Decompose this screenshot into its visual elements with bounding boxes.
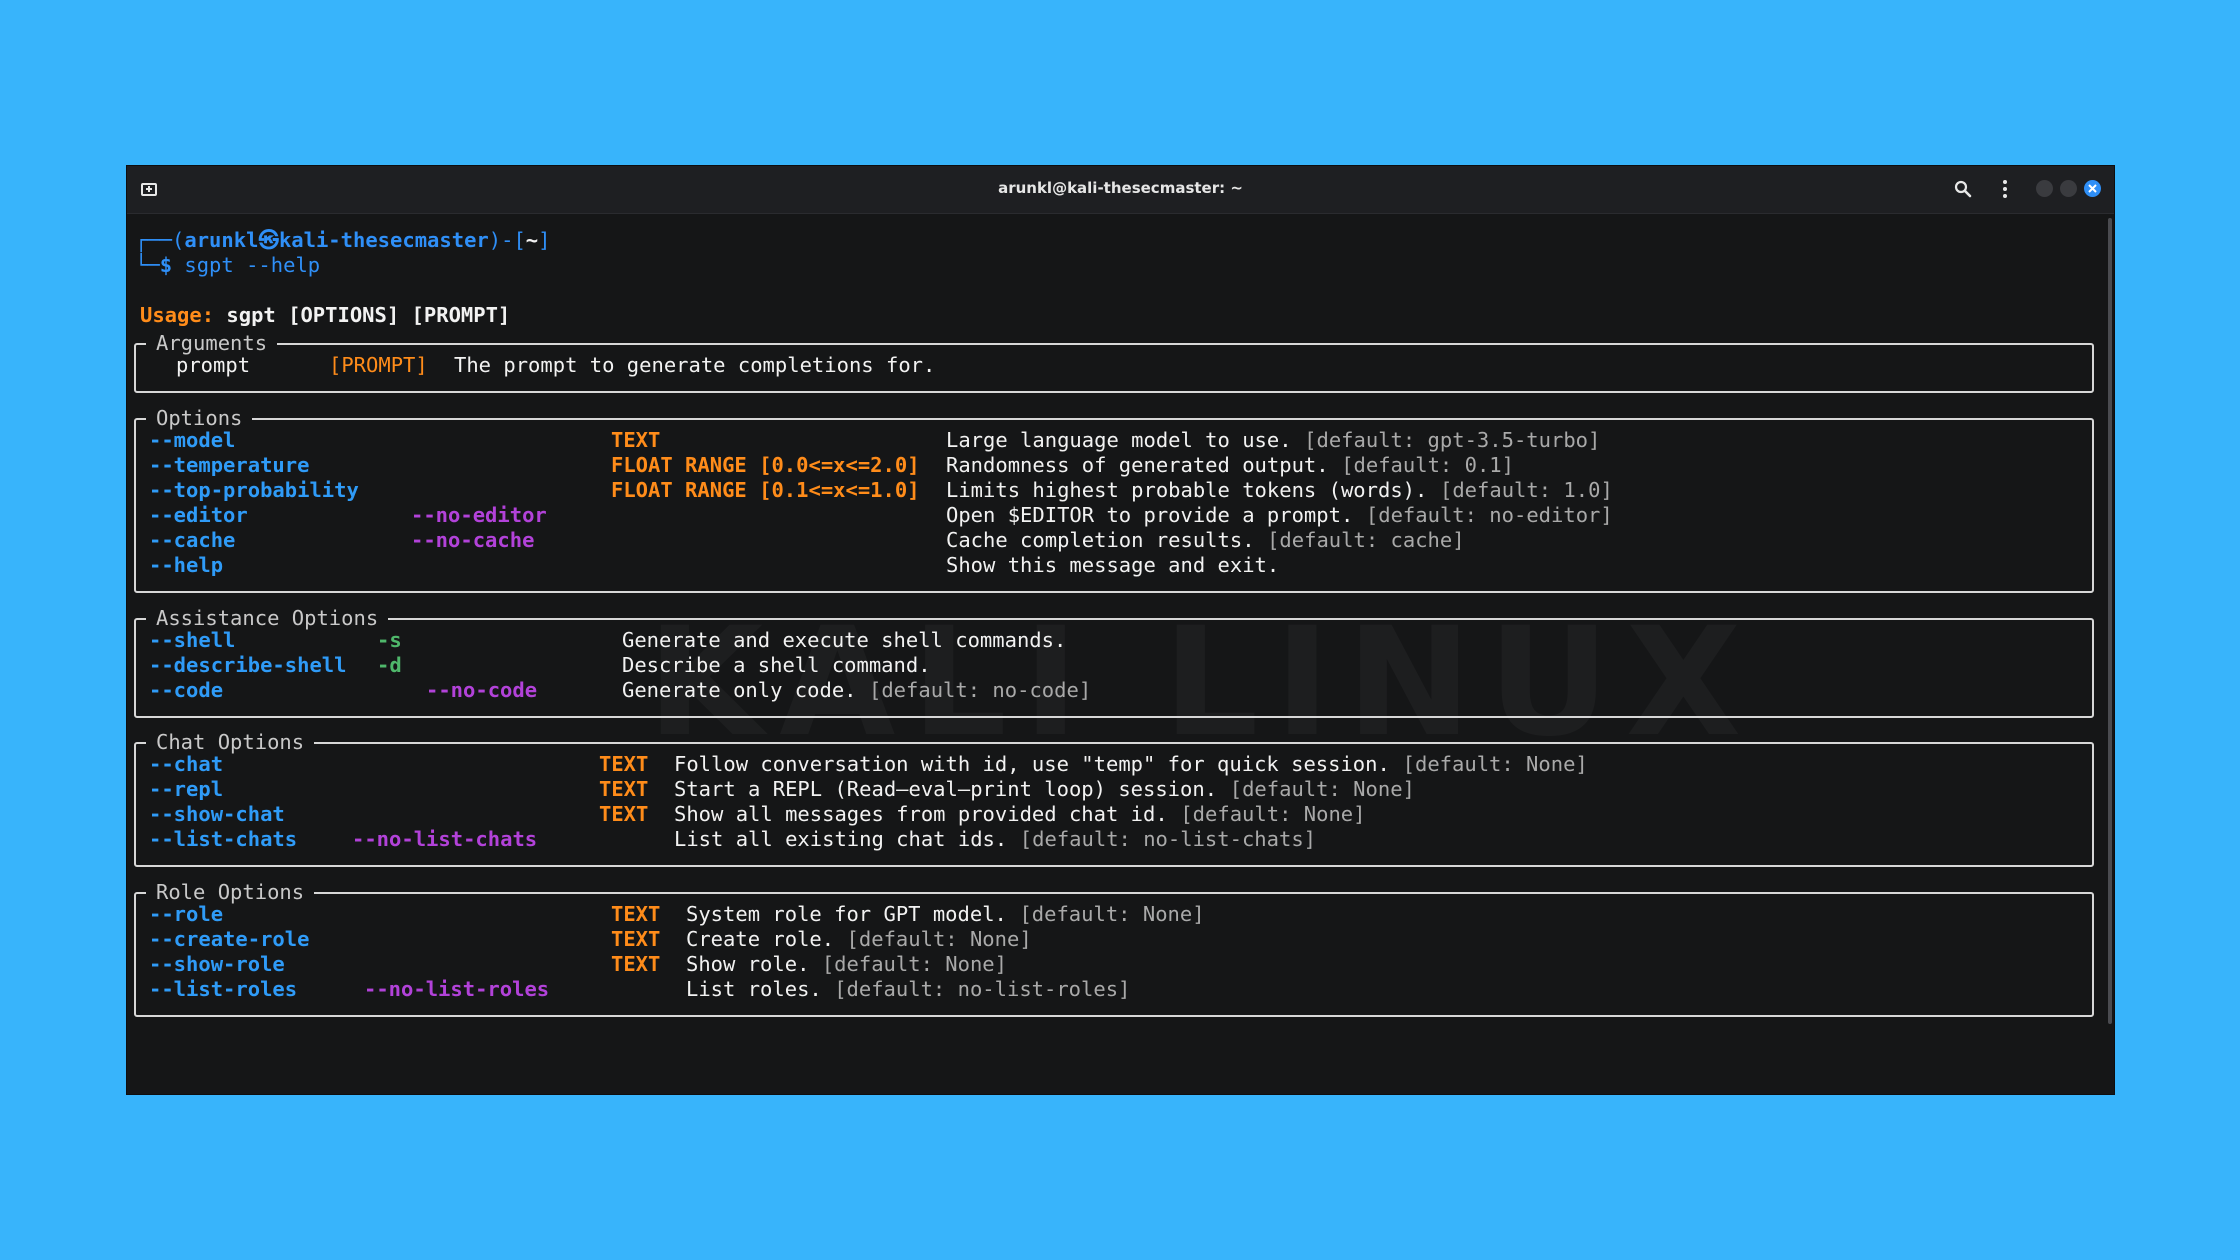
default-value: [default: None] [1180,802,1366,826]
option-negation: --no-editor [411,503,547,527]
default-value: [default: cache] [1267,528,1465,552]
option-description: Create role. [686,927,835,951]
usage-label: Usage: [140,303,215,327]
prompt-host: kali-thesecmaster [278,228,489,252]
option-description: System role for GPT model. [686,902,1007,926]
option-flag: --code [149,678,224,702]
option-description: Randomness of generated output. [946,453,1329,477]
option-flag: --temperature [149,453,310,477]
prompt-path: ~ [525,228,539,252]
option-short: -s [377,628,402,652]
role-panel: Role Options --role TEXT System role for G… [134,880,2094,1017]
option-type: TEXT [611,902,661,926]
option-description: Cache completion results. [946,528,1255,552]
default-value: [default: no-list-chats] [1019,827,1317,851]
option-flag: --cache [149,528,236,552]
option-flag: --top-probability [149,478,359,502]
option-type: TEXT [599,777,649,801]
command-line: └─$ sgpt --help [135,253,321,277]
chat-panel: Chat Options --chat TEXT Follow conversati… [134,730,2094,867]
option-flag: --show-role [149,952,285,976]
option-description: Large language model to use. [946,428,1292,452]
argument-desc: The prompt to generate completions for. [454,353,936,377]
option-description: Show all messages from provided chat id. [674,802,1168,826]
terminal-content[interactable]: ┌──(arunkl㉿kali-thesecmaster)-[~] └─$ sg… [127,213,2114,1094]
usage-line: Usage: sgpt [OPTIONS] [PROMPT] [140,303,510,328]
minimize-icon[interactable] [2036,180,2053,197]
option-type: TEXT [611,927,661,951]
option-description: List all existing chat ids. [674,827,1008,851]
option-negation: --no-list-roles [364,977,550,1001]
kebab-menu-icon[interactable] [1993,177,2017,201]
close-icon[interactable] [2084,180,2101,197]
default-value: [default: None] [1019,902,1205,926]
option-description: Generate and execute shell commands. [622,628,1067,652]
option-description: List roles. [686,977,822,1001]
option-flag: --describe-shell [149,653,347,677]
default-value: [default: None] [821,952,1007,976]
option-flag: --editor [149,503,248,527]
option-description: Generate only code. [622,678,857,702]
option-description: Show this message and exit. [946,553,1280,577]
option-flag: --help [149,553,224,577]
title-bar: arunkl@kali-thesecmaster: ~ [127,166,2114,214]
options-panel: Options --model TEXT Large language model … [134,406,2094,593]
option-flag: --create-role [149,927,310,951]
option-type: FLOAT RANGE [0.0<=x<=2.0] [611,453,920,477]
option-type: TEXT [611,952,661,976]
assistance-panel: Assistance Options --shell -s Generate and… [134,606,2094,718]
default-value: [default: None] [1229,777,1415,801]
default-value: [default: no-list-roles] [834,977,1131,1001]
default-value: [default: 1.0] [1440,478,1613,502]
arguments-panel: Arguments prompt [PROMPT] The prompt to … [134,331,2094,393]
default-value: [default: no-code] [869,678,1092,702]
option-flag: --list-roles [149,977,298,1001]
option-flag: --show-chat [149,802,285,826]
option-flag: --repl [149,777,224,801]
prompt-user: arunkl [184,228,259,252]
option-flag: --chat [149,752,224,776]
usage-text: sgpt [OPTIONS] [PROMPT] [226,303,511,327]
window-title: arunkl@kali-thesecmaster: ~ [998,179,1243,197]
default-value: [default: None] [846,927,1032,951]
option-negation: --no-list-chats [352,827,538,851]
option-type: TEXT [599,752,649,776]
default-value: [default: no-editor] [1365,503,1613,527]
option-description: Show role. [686,952,810,976]
argument-name: prompt [176,353,251,377]
option-negation: --no-cache [411,528,535,552]
option-short: -d [377,653,402,677]
option-negation: --no-code [426,678,538,702]
option-description: Start a REPL (Read–eval–print loop) sess… [674,777,1218,801]
option-description: Describe a shell command. [622,653,931,677]
prompt-line: ┌──(arunkl㉿kali-thesecmaster)-[~] [135,228,551,252]
terminal-window: arunkl@kali-thesecmaster: ~ KALI LINUX ┌… [127,166,2114,1094]
default-value: [default: None] [1402,752,1588,776]
option-description: Limits highest probable tokens (words). [946,478,1428,502]
maximize-icon[interactable] [2060,180,2077,197]
option-type: TEXT [599,802,649,826]
command-text: sgpt --help [184,253,321,277]
option-description: Follow conversation with id, use "temp" … [674,752,1390,776]
argument-type: [PROMPT] [329,353,428,377]
option-flag: --list-chats [149,827,298,851]
option-flag: --role [149,902,224,926]
option-type: TEXT [611,428,661,452]
default-value: [default: 0.1] [1341,453,1514,477]
option-flag: --model [149,428,236,452]
option-type: FLOAT RANGE [0.1<=x<=1.0] [611,478,920,502]
option-description: Open $EDITOR to provide a prompt. [946,503,1354,527]
search-icon[interactable] [1951,177,1975,201]
option-flag: --shell [149,628,236,652]
default-value: [default: gpt-3.5-turbo] [1304,428,1601,452]
